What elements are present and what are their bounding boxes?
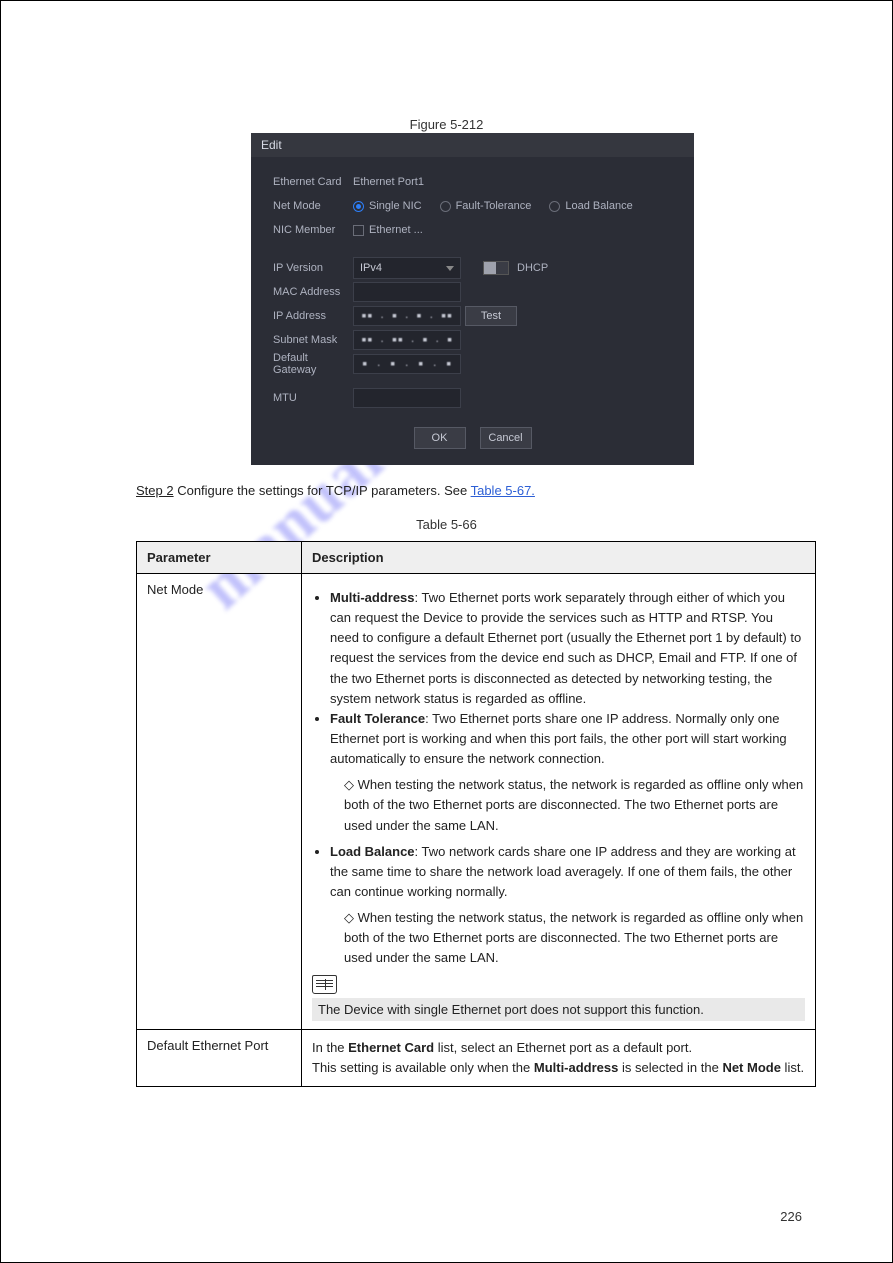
step2-prefix: Step 2 [136,483,174,498]
cancel-button[interactable]: Cancel [480,427,532,449]
fault-tolerance-radio[interactable] [440,201,451,212]
nic-member-label: NIC Member [273,224,353,236]
mtu-input[interactable] [353,388,461,408]
net-mode-label: Net Mode [273,200,353,212]
table-row: Default Ethernet Port In the Ethernet Ca… [137,1029,816,1086]
note-icon [312,975,337,994]
step2-text: Step 2 Configure the settings for TCP/IP… [136,483,535,498]
table-header-description: Description [302,542,816,574]
ok-button[interactable]: OK [414,427,466,449]
single-nic-label: Single NIC [369,200,422,212]
ip-version-value: IPv4 [360,262,382,274]
load-balance-radio[interactable] [549,201,560,212]
edit-dialog: Edit Ethernet Card Ethernet Port1 Net Mo… [251,133,694,465]
ip-address-input[interactable]: ▪▪.▪.▪.▪▪ [353,306,461,326]
ethernet-card-label: Ethernet Card [273,176,353,188]
mac-address-label: MAC Address [273,286,353,298]
param-default-ethernet-port: Default Ethernet Port [137,1029,302,1086]
figure-caption: Figure 5-212 [1,117,892,132]
ip-version-label: IP Version [273,262,353,274]
test-button[interactable]: Test [465,306,517,326]
mac-address-input[interactable] [353,282,461,302]
nic-member-checkbox[interactable] [353,225,364,236]
page-number: 226 [780,1209,802,1224]
table-row: Net Mode Multi-address: Two Ethernet por… [137,574,816,1030]
mtu-label: MTU [273,392,353,404]
ip-version-select[interactable]: IPv4 [353,257,461,279]
single-nic-radio[interactable] [353,201,364,212]
nic-member-checkbox-label: Ethernet ... [369,224,423,236]
table-header-parameter: Parameter [137,542,302,574]
fault-tolerance-label: Fault-Tolerance [456,200,532,212]
chevron-down-icon [446,266,454,271]
subnet-mask-label: Subnet Mask [273,334,353,346]
note-text: The Device with single Ethernet port doe… [312,998,805,1021]
ip-address-label: IP Address [273,310,353,322]
dhcp-toggle[interactable] [483,261,509,275]
dialog-title: Edit [251,133,694,157]
dhcp-label: DHCP [517,262,548,274]
default-gateway-input[interactable]: ▪.▪.▪.▪ [353,354,461,374]
param-net-mode: Net Mode [137,574,302,1030]
ethernet-card-value: Ethernet Port1 [353,176,424,188]
parameters-table: Parameter Description Net Mode Multi-add… [136,541,816,1087]
default-gateway-label: Default Gateway [273,352,353,376]
subnet-mask-input[interactable]: ▪▪.▪▪.▪.▪ [353,330,461,350]
load-balance-label: Load Balance [565,200,632,212]
table-caption: Table 5-66 [1,517,892,532]
step2-link[interactable]: Table 5-67. [471,483,535,498]
